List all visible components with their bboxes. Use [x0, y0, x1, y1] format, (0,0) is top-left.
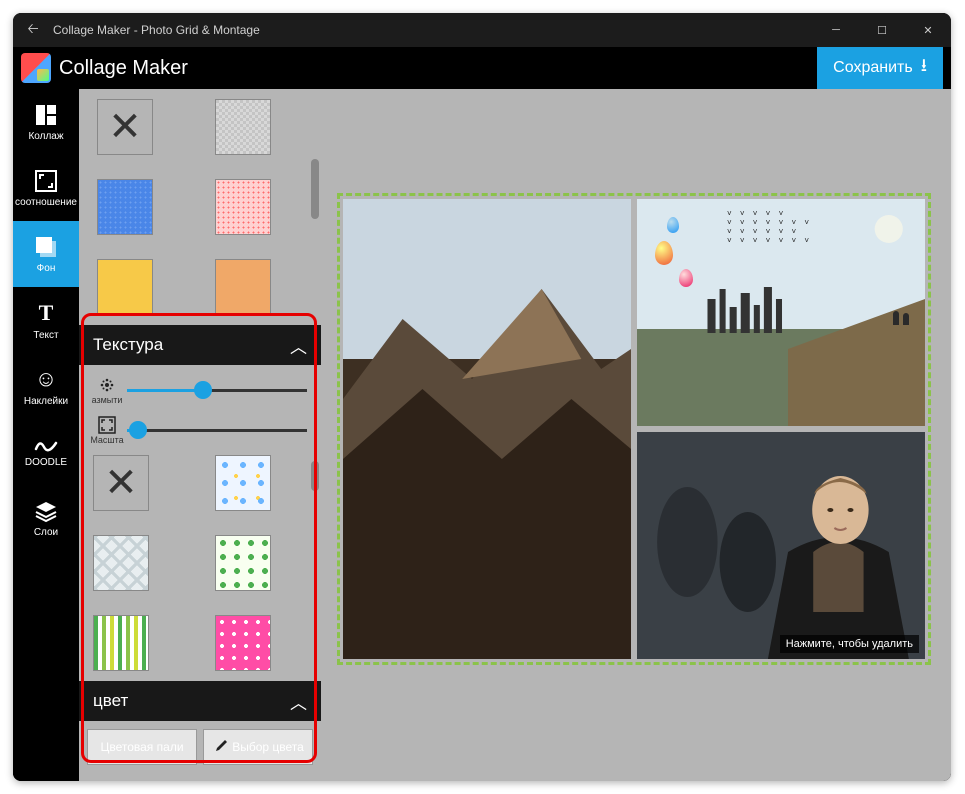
color-body: Цветовая пали Выбор цвета	[79, 721, 321, 773]
pattern-grid-top: ✕	[79, 89, 321, 325]
pattern-orange[interactable]	[215, 259, 271, 315]
background-panel: ✕ Текстура ︿	[79, 89, 321, 781]
color-palette-label: Цветовая пали	[100, 740, 183, 754]
blur-icon: азмыти	[93, 375, 121, 405]
pattern-pink-dots[interactable]	[215, 179, 271, 235]
collage-cell-1[interactable]	[343, 199, 631, 659]
scale-icon: Масшта	[93, 415, 121, 445]
blur-slider[interactable]	[127, 380, 307, 400]
texture-pinkdots[interactable]	[215, 615, 271, 671]
tool-label: Наклейки	[13, 396, 79, 407]
titlebar: 🡠 Collage Maker - Photo Grid & Montage ─…	[13, 13, 951, 47]
color-header[interactable]: цвет ︿	[79, 681, 321, 721]
ratio-icon	[34, 169, 58, 193]
pattern-blue[interactable]	[97, 179, 153, 235]
color-picker-button[interactable]: Выбор цвета	[203, 729, 313, 765]
text-icon: T	[39, 300, 54, 326]
texture-stripes[interactable]	[93, 615, 149, 671]
color-picker-label: Выбор цвета	[232, 740, 304, 754]
left-toolbar: Коллаж соотношение Фон T Текст ☺ Накле	[13, 89, 79, 781]
app-logo-icon	[21, 53, 51, 83]
window-controls: ─ ☐ ✕	[813, 13, 951, 47]
background-icon	[34, 235, 58, 259]
maximize-button[interactable]: ☐	[859, 13, 905, 47]
chevron-up-icon: ︿	[290, 333, 307, 358]
blur-slider-row: азмыти	[93, 375, 307, 405]
tool-label: Текст	[13, 330, 79, 341]
close-button[interactable]: ✕	[905, 13, 951, 47]
texture-chevron[interactable]	[93, 535, 149, 591]
collage-frame[interactable]: ˅ ˅ ˅ ˅ ˅ ˅ ˅ ˅ ˅ ˅ ˅ ˅˅ ˅ ˅ ˅ ˅ ˅ ˅ ˅ ˅…	[343, 199, 925, 659]
save-label: Сохранить	[833, 59, 913, 77]
tool-ratio[interactable]: соотношение	[13, 155, 79, 221]
texture-none[interactable]: ✕	[93, 455, 149, 511]
texture-clover[interactable]	[215, 535, 271, 591]
texture-body: азмыти Масшта	[79, 365, 321, 681]
save-button[interactable]: Сохранить ⭳	[817, 47, 943, 89]
tool-label: Слои	[13, 527, 79, 538]
tool-label: DOODLE	[13, 457, 79, 468]
texture-scrollbar[interactable]	[311, 365, 319, 681]
texture-bubbles[interactable]	[215, 455, 271, 511]
texture-grid: ✕	[93, 455, 307, 671]
canvas-area[interactable]: ˅ ˅ ˅ ˅ ˅ ˅ ˅ ˅ ˅ ˅ ˅ ˅˅ ˅ ˅ ˅ ˅ ˅ ˅ ˅ ˅…	[321, 89, 951, 781]
color-palette-button[interactable]: Цветовая пали	[87, 729, 197, 765]
color-title: цвет	[93, 691, 128, 711]
scale-slider[interactable]	[127, 420, 307, 440]
sticker-icon: ☺	[35, 366, 57, 392]
tool-label: соотношение	[13, 197, 79, 208]
app-window: 🡠 Collage Maker - Photo Grid & Montage ─…	[13, 13, 951, 781]
blur-label: азмыти	[92, 395, 123, 405]
pattern-grey-dots[interactable]	[215, 99, 271, 155]
layers-icon	[34, 499, 58, 523]
texture-section: Текстура ︿ азмыти	[79, 325, 321, 681]
tool-stickers[interactable]: ☺ Наклейки	[13, 353, 79, 419]
tool-doodle[interactable]: DOODLE	[13, 419, 79, 485]
delete-hint[interactable]: Нажмите, чтобы удалить	[780, 635, 919, 653]
texture-header[interactable]: Текстура ︿	[79, 325, 321, 365]
chevron-up-icon: ︿	[290, 689, 307, 714]
pattern-none[interactable]: ✕	[97, 99, 153, 155]
app-name: Collage Maker	[59, 57, 817, 80]
tool-background[interactable]: Фон	[13, 221, 79, 287]
collage-icon	[34, 103, 58, 127]
tool-text[interactable]: T Текст	[13, 287, 79, 353]
scale-slider-row: Масшта	[93, 415, 307, 445]
doodle-icon	[34, 437, 58, 453]
tool-collage[interactable]: Коллаж	[13, 89, 79, 155]
workspace: Коллаж соотношение Фон T Текст ☺ Накле	[13, 89, 951, 781]
tool-label: Коллаж	[13, 131, 79, 142]
pattern-scrollbar[interactable]	[311, 89, 319, 325]
collage-cell-3[interactable]: Нажмите, чтобы удалить	[637, 432, 925, 659]
scale-label: Масшта	[90, 435, 123, 445]
back-button[interactable]: 🡠	[13, 18, 53, 42]
app-header: Collage Maker Сохранить ⭳	[13, 47, 951, 89]
window-title: Collage Maker - Photo Grid & Montage	[53, 23, 813, 37]
texture-title: Текстура	[93, 335, 163, 355]
pattern-yellow[interactable]	[97, 259, 153, 315]
minimize-button[interactable]: ─	[813, 13, 859, 47]
eyedropper-icon	[212, 739, 228, 755]
tool-label: Фон	[13, 263, 79, 274]
collage-cell-2[interactable]: ˅ ˅ ˅ ˅ ˅ ˅ ˅ ˅ ˅ ˅ ˅ ˅˅ ˅ ˅ ˅ ˅ ˅ ˅ ˅ ˅…	[637, 199, 925, 426]
color-section: цвет ︿ Цветовая пали Выбор цвета	[79, 681, 321, 773]
download-icon: ⭳	[921, 53, 927, 83]
tool-layers[interactable]: Слои	[13, 485, 79, 551]
